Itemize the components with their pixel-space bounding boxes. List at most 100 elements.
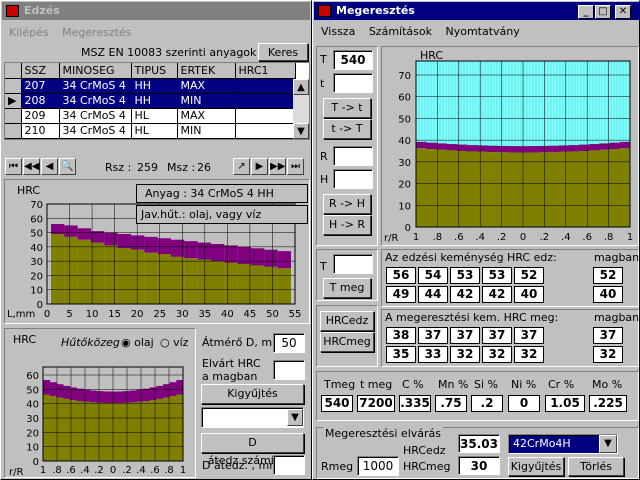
svg-text:35: 35 [198, 309, 211, 320]
megeresztes-titlebar: Megeresztés _ □ ✕ [314, 2, 639, 20]
first-record-icon[interactable]: ⏮ [5, 158, 22, 175]
diameter-input[interactable]: 50 [273, 333, 305, 353]
menu-nyomtatvany[interactable]: Nyomtatvány [445, 25, 519, 38]
hrcedz-input[interactable]: 35.03 [458, 434, 500, 453]
svg-text:40: 40 [26, 400, 39, 411]
hardness-cell: 56 [386, 267, 416, 284]
prev-record-icon[interactable]: ◀ [41, 158, 58, 175]
edzes-titlebar: Edzés [2, 2, 310, 20]
H-label: H [320, 173, 329, 186]
close-icon[interactable]: ✕ [615, 5, 631, 19]
menu-kilepes[interactable]: Kilépés [9, 26, 49, 39]
hrcedz-button[interactable]: HRCedz [320, 311, 374, 331]
svg-text:0: 0 [37, 300, 43, 311]
chevron-down-icon[interactable]: ▼ [599, 435, 617, 453]
svg-text:.2: .2 [122, 465, 132, 476]
hrcmeg-button[interactable]: HRCmeg [320, 332, 374, 352]
svg-text:60: 60 [26, 371, 39, 382]
svg-text:r/R: r/R [384, 233, 398, 244]
H-input[interactable] [333, 169, 373, 189]
svg-text:40: 40 [30, 243, 43, 254]
next-page-icon[interactable]: ▶▶ [269, 158, 286, 175]
svg-text:25: 25 [153, 309, 166, 320]
table-row[interactable]: 209 34 CrMoS 4 HL MAX [5, 108, 296, 124]
col-minoseg[interactable]: MINOSEG [59, 63, 132, 79]
cross-section-chart-panel: HRC 60 50 40 30 20 10 0 1.8.6.4.2 0.2.4.6.8 1 r/R H… [4, 328, 196, 478]
table-row[interactable]: ▶ 208 34 CrMoS 4 HH MIN [5, 93, 296, 109]
collect-button[interactable]: Kigyűjtés [201, 384, 304, 404]
svg-text:.8: .8 [164, 465, 174, 476]
T-to-t-button[interactable]: T -> t [323, 98, 371, 118]
next-record-icon[interactable]: ▶ [251, 158, 268, 175]
temperature-input[interactable]: 540 [333, 50, 373, 70]
hrcmeg-input[interactable]: 30 [458, 456, 500, 475]
svg-text:30: 30 [176, 309, 189, 320]
expected-hrc-input[interactable] [273, 360, 305, 380]
col-ertek[interactable]: ERTEK [177, 63, 236, 79]
table-row[interactable]: 207 34 CrMoS 4 HH MAX [5, 78, 296, 94]
menu-szamitasok[interactable]: Számítások [369, 25, 432, 38]
svg-text:10: 10 [30, 286, 43, 297]
hardness-cell: 53 [450, 267, 480, 284]
col-tipus[interactable]: TIPUS [131, 63, 178, 79]
composition-header: Mo % [592, 378, 623, 391]
collect-select[interactable]: ▼ [201, 407, 304, 428]
search-icon[interactable]: 🔍 [59, 158, 76, 175]
delete-button[interactable]: Törlés [568, 457, 624, 476]
hardness-cell: 49 [386, 286, 416, 303]
scroll-up-icon[interactable]: ▲ [293, 79, 309, 95]
cooling-tooltip: Jav.hűt.: olaj, vagy víz [136, 205, 308, 224]
menu-vissza[interactable]: Vissza [321, 25, 355, 38]
col-hrc1[interactable]: HRC1 [235, 63, 296, 79]
composition-header: Si % [474, 378, 498, 391]
col-ssz[interactable]: SSZ [21, 63, 60, 79]
medium-label: Hűtőközeg : [61, 336, 128, 349]
R-to-H-button[interactable]: R -> H [323, 194, 371, 214]
megeresztes-title: Megeresztés [336, 4, 415, 17]
table-row[interactable]: 210 34 CrMoS 4 HL MIN [5, 123, 296, 139]
record-navigator: ⏮ ◀◀ ◀ 🔍 Rsz : 259 Msz : 26 ↗ ▶ ▶▶ ⏭ [5, 158, 310, 176]
t-to-T-button[interactable]: t -> T [323, 119, 371, 139]
radio-oil[interactable]: ◉ olaj [121, 336, 154, 349]
R-input[interactable] [333, 146, 373, 166]
chevron-down-icon[interactable]: ▼ [287, 409, 303, 426]
hardness-cell: 40 [514, 286, 544, 303]
tmeg-input[interactable] [333, 254, 373, 274]
critical-diameter-input[interactable] [273, 455, 305, 475]
composition-value: .225 [589, 395, 627, 412]
minimize-icon[interactable]: _ [578, 5, 594, 19]
svg-text:10: 10 [26, 443, 39, 454]
svg-text:20: 20 [131, 309, 144, 320]
radio-water[interactable]: ○ víz [160, 336, 188, 349]
app-icon [6, 5, 19, 17]
hardness-cell: 33 [418, 346, 448, 363]
composition-value: .2 [471, 395, 503, 412]
scroll-down-icon[interactable]: ▼ [293, 123, 309, 139]
rmeg-input[interactable]: 1000 [357, 456, 399, 476]
composition-header: Ni % [511, 378, 537, 391]
time-input[interactable] [333, 73, 373, 93]
prev-page-icon[interactable]: ◀◀ [23, 158, 40, 175]
svg-text:.6: .6 [454, 232, 464, 243]
last-record-icon[interactable]: ⏭ [287, 158, 304, 175]
hrcedz-label: HRCedz [403, 444, 446, 457]
menu-megeresztes[interactable]: Megeresztés [62, 26, 131, 39]
svg-text:0: 0 [405, 223, 411, 234]
maximize-icon[interactable]: □ [595, 5, 611, 19]
materials-grid: SSZ MINOSEG TIPUS ERTEK HRC1 207 34 CrMoS… [4, 62, 310, 140]
rsz-value: 259 [137, 161, 158, 174]
edit-icon[interactable]: ↗ [233, 158, 250, 175]
critical-diameter-button[interactable]: D átedz.számítása [201, 433, 304, 467]
hardness-cell: 53 [482, 267, 512, 284]
H-to-R-button[interactable]: H -> R [323, 215, 371, 235]
tmeg-button[interactable]: T meg [323, 278, 371, 298]
composition-header: Mn % [438, 378, 469, 391]
svg-text:30: 30 [26, 414, 39, 425]
svg-text:50: 50 [266, 309, 279, 320]
collect-button[interactable]: Kigyűjtés [508, 457, 564, 476]
critical-diameter-label: D átedz. , mm [202, 459, 280, 472]
svg-text:50: 50 [26, 385, 39, 396]
search-button[interactable]: Keres [258, 43, 308, 61]
svg-text:.4: .4 [561, 232, 571, 243]
grid-scrollbar[interactable]: ▲ ▼ [293, 79, 309, 139]
